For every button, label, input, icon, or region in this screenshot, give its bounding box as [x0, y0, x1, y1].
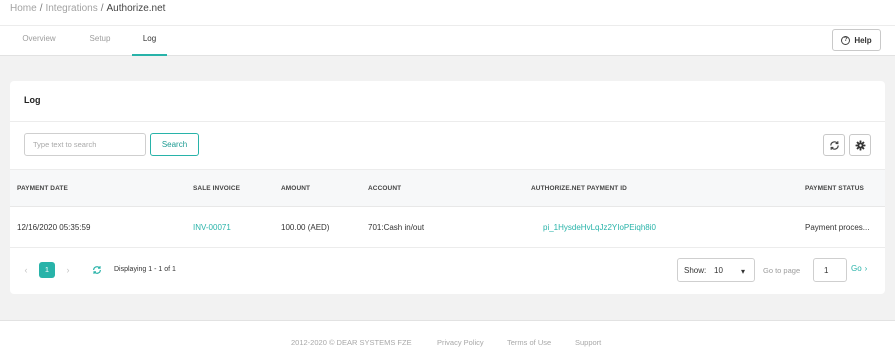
log-card: Log Search PAYMENT D: [10, 81, 885, 294]
chevron-down-icon: ▾: [741, 267, 746, 276]
goto-page-label: Go to page: [763, 266, 801, 275]
help-icon: ?: [841, 35, 851, 45]
breadcrumb-current: Authorize.net: [106, 3, 166, 14]
next-page-button[interactable]: ›: [61, 262, 75, 278]
display-count: Displaying 1 - 1 of 1: [114, 266, 176, 273]
go-label: Go: [851, 264, 862, 273]
breadcrumb-separator: /: [39, 3, 43, 14]
footer-link-privacy[interactable]: Privacy Policy: [437, 338, 484, 347]
col-amount[interactable]: AMOUNT: [281, 185, 310, 192]
prev-page-button[interactable]: ‹: [19, 262, 33, 278]
refresh-button[interactable]: [823, 134, 845, 156]
pagination-bar: ‹ 1 › Displaying 1 - 1 of 1 Show: 10 ▾ G…: [10, 249, 885, 294]
refresh-icon: [93, 266, 101, 274]
col-payment-id[interactable]: AUTHORIZE.NET PAYMENT ID: [531, 185, 627, 192]
page-1-button[interactable]: 1: [39, 262, 55, 278]
col-account[interactable]: ACCOUNT: [368, 185, 401, 192]
table-row[interactable]: 12/16/2020 05:35:59 INV-00071 100.00 (AE…: [10, 208, 885, 248]
goto-page-input[interactable]: [813, 258, 847, 282]
cell-payment-status: Payment proces...: [805, 223, 870, 232]
tab-log[interactable]: Log: [132, 26, 167, 56]
cell-payment-date: 12/16/2020 05:35:59: [17, 223, 91, 232]
col-payment-date[interactable]: PAYMENT DATE: [17, 185, 68, 192]
breadcrumb-separator: /: [100, 3, 104, 14]
card-title: Log: [24, 95, 41, 105]
breadcrumb: Home / Integrations / Authorize.net: [10, 3, 165, 14]
top-bar: Home / Integrations / Authorize.net Overview…: [0, 0, 895, 56]
breadcrumb-home[interactable]: Home: [10, 3, 37, 14]
gear-icon: [855, 140, 865, 150]
refresh-icon: [829, 140, 839, 150]
breadcrumb-integrations[interactable]: Integrations: [45, 3, 97, 14]
table-header: PAYMENT DATE SALE INVOICE AMOUNT ACCOUNT…: [10, 169, 885, 207]
footer-link-support[interactable]: Support: [575, 338, 601, 347]
card-divider: [10, 121, 885, 122]
search-button[interactable]: Search: [150, 133, 199, 156]
cell-amount: 100.00 (AED): [281, 223, 330, 232]
cell-sale-invoice-link[interactable]: INV-00071: [193, 223, 231, 232]
page-size-value: 10: [714, 266, 723, 275]
help-label: Help: [854, 35, 872, 45]
footer: 2012-2020 © DEAR SYSTEMS FZE Privacy Pol…: [0, 321, 895, 354]
tab-setup[interactable]: Setup: [80, 26, 120, 56]
col-payment-status[interactable]: PAYMENT STATUS: [805, 185, 864, 192]
page-size-select[interactable]: Show: 10 ▾: [677, 258, 755, 282]
chevron-right-icon: ›: [864, 264, 868, 273]
search-input[interactable]: [24, 133, 146, 156]
pager-refresh-button[interactable]: [89, 262, 105, 278]
go-button[interactable]: Go ›: [851, 264, 867, 273]
cell-account: 701:Cash in/out: [368, 223, 425, 232]
page-size-label: Show:: [684, 266, 707, 275]
cell-payment-id-link[interactable]: pi_1HysdeHvLqJz2YIoPEiqh8i0: [543, 223, 656, 232]
help-button[interactable]: ? Help: [832, 29, 881, 51]
col-sale-invoice[interactable]: SALE INVOICE: [193, 185, 240, 192]
footer-copyright: 2012-2020 © DEAR SYSTEMS FZE: [291, 338, 412, 347]
tab-overview[interactable]: Overview: [14, 26, 64, 56]
settings-button[interactable]: [849, 134, 871, 156]
footer-link-terms[interactable]: Terms of Use: [507, 338, 551, 347]
